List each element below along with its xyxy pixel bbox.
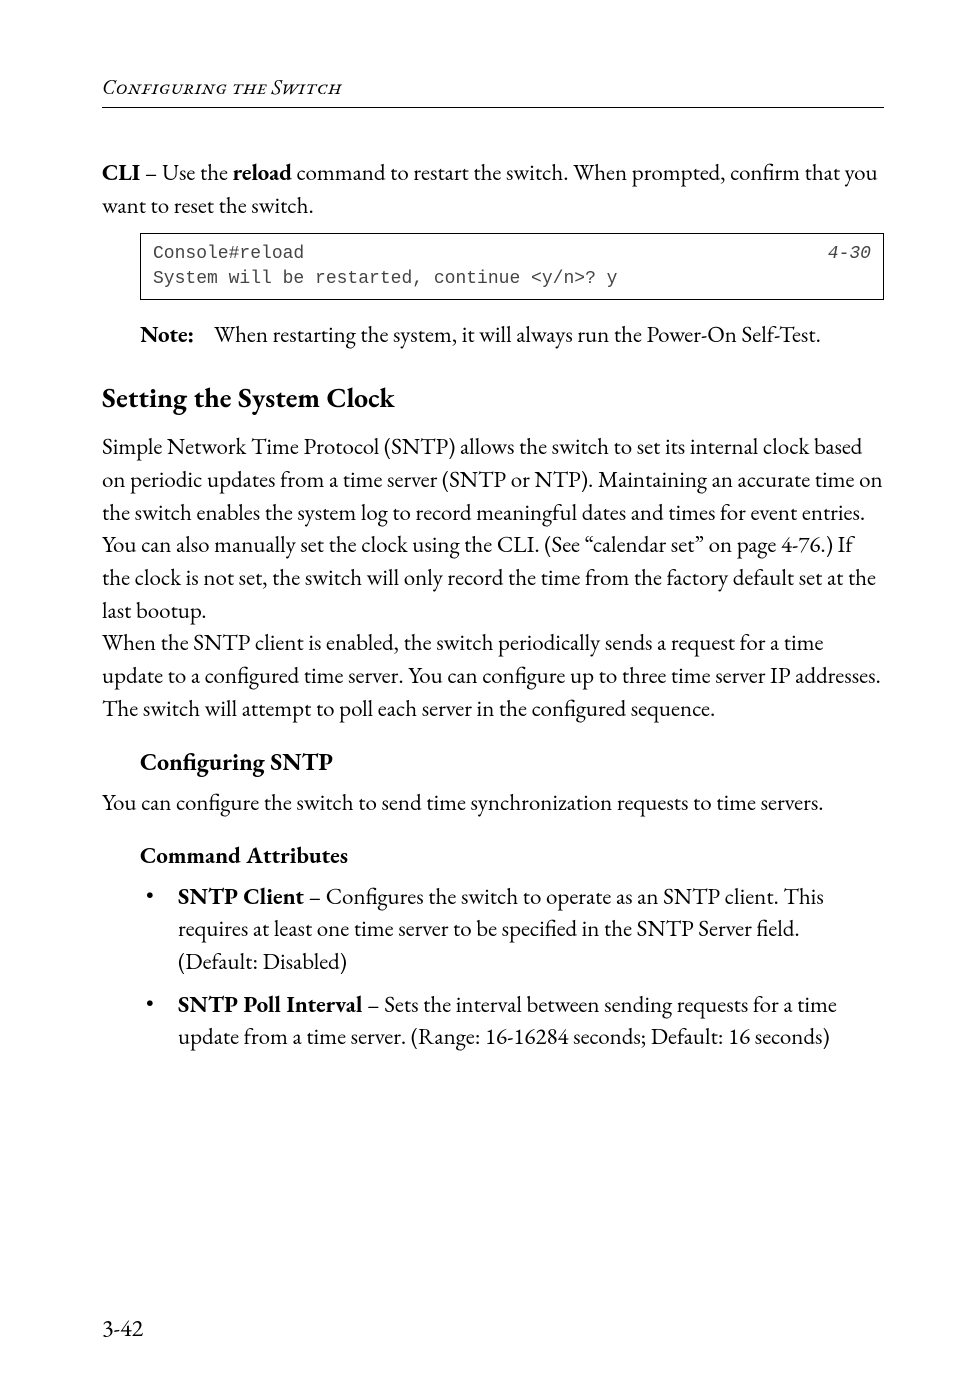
code-line-1: Console#reload bbox=[153, 242, 871, 266]
cli-label: CLI bbox=[102, 157, 140, 187]
section-para-3: You can configure the switch to send tim… bbox=[102, 786, 884, 819]
code-ref: 4-30 bbox=[828, 242, 871, 266]
code-block: 4-30 Console#reload System will be resta… bbox=[140, 233, 884, 300]
list-item: SNTP Client – Configures the switch to o… bbox=[140, 880, 884, 978]
note-text: When restarting the system, it will alwa… bbox=[214, 318, 884, 351]
page: Configuring the Switch CLI – Use the rel… bbox=[0, 0, 954, 1388]
heading-setting-system-clock: Setting the System Clock bbox=[102, 379, 884, 419]
list-item: SNTP Poll Interval – Sets the interval b… bbox=[140, 988, 884, 1053]
header-rule bbox=[102, 107, 884, 108]
reload-word: reload bbox=[233, 157, 292, 187]
running-head-text: Configuring the Switch bbox=[102, 74, 342, 101]
cli-text-1: – Use the bbox=[140, 157, 232, 187]
heading-configuring-sntp: Configuring SNTP bbox=[140, 746, 884, 780]
note-label: Note: bbox=[140, 318, 214, 351]
body: CLI – Use the reload command to restart … bbox=[102, 156, 884, 1053]
page-number: 3-42 bbox=[102, 1313, 143, 1344]
bullet-term: SNTP Poll Interval bbox=[178, 989, 362, 1019]
cli-paragraph: CLI – Use the reload command to restart … bbox=[102, 156, 884, 221]
bullet-term: SNTP Client bbox=[178, 881, 304, 911]
code-line-2: System will be restarted, continue <y/n>… bbox=[153, 267, 871, 291]
section-para-1: Simple Network Time Protocol (SNTP) allo… bbox=[102, 430, 884, 626]
running-head: Configuring the Switch bbox=[102, 74, 884, 101]
heading-command-attributes: Command Attributes bbox=[140, 839, 884, 872]
bullet-list: SNTP Client – Configures the switch to o… bbox=[140, 880, 884, 1053]
section-para-2: When the SNTP client is enabled, the swi… bbox=[102, 626, 884, 724]
note: Note: When restarting the system, it wil… bbox=[140, 318, 884, 351]
